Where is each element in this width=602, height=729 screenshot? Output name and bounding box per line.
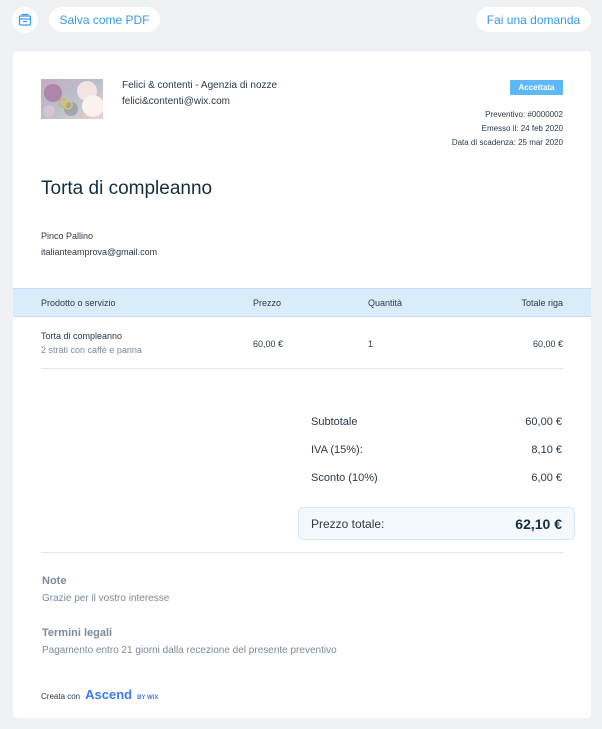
item-quantity: 1 — [368, 339, 374, 349]
business-name: Felici & contenti - Agenzia di nozze — [122, 80, 278, 91]
table-row: Torta di compleanno 2 strati con caffè e… — [13, 317, 591, 369]
col-product: Prodotto o servizio — [41, 298, 116, 308]
ask-question-button[interactable]: Fai una domanda — [476, 7, 591, 32]
notes-text: Grazie per il vostro interesse — [42, 593, 170, 604]
quote-title: Torta di compleanno — [41, 178, 213, 199]
quote-meta: Preventivo: #0000002 Emesso il: 24 feb 2… — [452, 108, 563, 150]
section-divider — [41, 552, 563, 553]
notes-heading: Note — [42, 575, 67, 587]
issue-date: Emesso il: 24 feb 2020 — [481, 124, 563, 133]
ascend-logo-sub: BY WIX — [137, 695, 159, 701]
legal-text: Pagamento entro 21 giorni dalla recezion… — [42, 645, 337, 656]
subtotal-value: 60,00 € — [525, 416, 562, 428]
col-quantity: Quantità — [368, 298, 403, 308]
subtotal-row: Subtotale 60,00 € — [298, 411, 575, 439]
col-line-total: Totale riga — [521, 298, 563, 308]
subtotal-label: Subtotale — [311, 416, 358, 428]
tax-row: IVA (15%): 8,10 € — [298, 439, 575, 467]
grand-total-value: 62,10 € — [515, 516, 562, 532]
row-divider — [41, 368, 563, 369]
item-description: 2 strati con caffè e panna — [41, 345, 142, 355]
discount-value: 6,00 € — [531, 472, 562, 484]
client-email: italianteamprova@gmail.com — [41, 247, 158, 257]
due-date: Data di scadenza: 25 mar 2020 — [451, 138, 563, 147]
quote-card: Felici & contenti - Agenzia di nozze fel… — [13, 51, 591, 718]
item-total: 60,00 € — [532, 339, 563, 349]
archive-button[interactable] — [12, 7, 38, 33]
top-toolbar: Salva come PDF Fai una domanda — [0, 0, 602, 40]
save-pdf-button[interactable]: Salva come PDF — [49, 7, 160, 32]
grand-total-label: Prezzo totale: — [311, 517, 385, 531]
ascend-logo[interactable]: Ascend — [85, 687, 132, 702]
item-price: 60,00 € — [253, 339, 284, 349]
client-name: Pinco Pallino — [41, 231, 94, 241]
totals-block: Subtotale 60,00 € IVA (15%): 8,10 € Scon… — [298, 411, 575, 495]
discount-row: Sconto (10%) 6,00 € — [298, 467, 575, 495]
col-price: Prezzo — [253, 298, 282, 308]
footer: Creata con Ascend BY WIX — [41, 687, 158, 702]
legal-heading: Termini legali — [42, 627, 113, 639]
tax-value: 8,10 € — [531, 444, 562, 456]
made-with-label: Creata con — [41, 692, 81, 701]
discount-label: Sconto (10%) — [311, 472, 378, 484]
item-name: Torta di compleanno — [41, 331, 123, 341]
tax-label: IVA (15%): — [311, 444, 363, 456]
quote-number: Preventivo: #0000002 — [485, 110, 563, 119]
grand-total-box: Prezzo totale: 62,10 € — [298, 507, 575, 540]
business-email: felici&contenti@wix.com — [122, 96, 230, 107]
table-header: Prodotto o servizio Prezzo Quantità Tota… — [13, 288, 591, 317]
status-badge: Accettata — [510, 80, 563, 95]
business-logo — [41, 79, 103, 119]
archive-icon — [18, 13, 32, 26]
